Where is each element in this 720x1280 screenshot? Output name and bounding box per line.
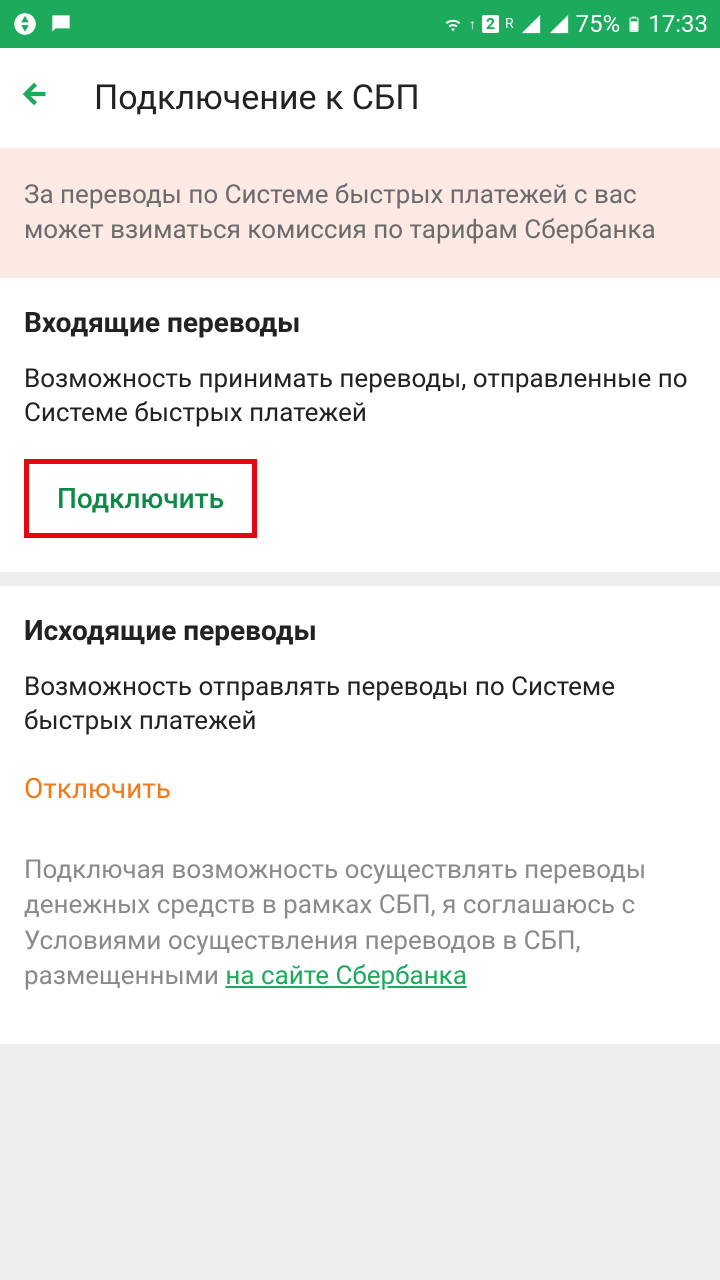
sberbank-site-link[interactable]: на сайте Сбербанка (225, 961, 466, 991)
outgoing-transfers-section: Исходящие переводы Возможность отправлят… (0, 586, 720, 1044)
outgoing-title: Исходящие переводы (24, 614, 696, 647)
clock-time: 17:33 (648, 10, 708, 38)
battery-icon (626, 11, 642, 37)
status-bar: ↑ 2 R 75% 17:33 (0, 0, 720, 48)
disable-button[interactable]: Отключить (24, 766, 171, 811)
terms-text: Подключая возможность осуществлять перев… (24, 853, 696, 993)
app-header: Подключение к СБП (0, 48, 720, 148)
wifi-arrow-icon: ↑ (469, 16, 476, 33)
connect-button[interactable]: Подключить (24, 459, 257, 538)
incoming-desc: Возможность принимать переводы, отправле… (24, 363, 696, 431)
wifi-icon (440, 13, 466, 35)
signal-icon-1 (520, 13, 542, 35)
roaming-indicator: R (505, 16, 514, 32)
sim-badge: 2 (482, 15, 499, 33)
page-title: Подключение к СБП (94, 78, 420, 118)
chat-icon (48, 11, 74, 37)
battery-percent: 75% (576, 10, 621, 38)
incoming-transfers-section: Входящие переводы Возможность принимать … (0, 278, 720, 572)
camera-aperture-icon (12, 11, 38, 37)
notice-text: За переводы по Системе быстрых платежей … (24, 180, 656, 245)
signal-icon-2 (548, 13, 570, 35)
commission-notice: За переводы по Системе быстрых платежей … (0, 148, 720, 278)
outgoing-desc: Возможность отправлять переводы по Систе… (24, 671, 696, 739)
back-arrow-icon[interactable] (20, 77, 54, 120)
incoming-title: Входящие переводы (24, 306, 696, 339)
